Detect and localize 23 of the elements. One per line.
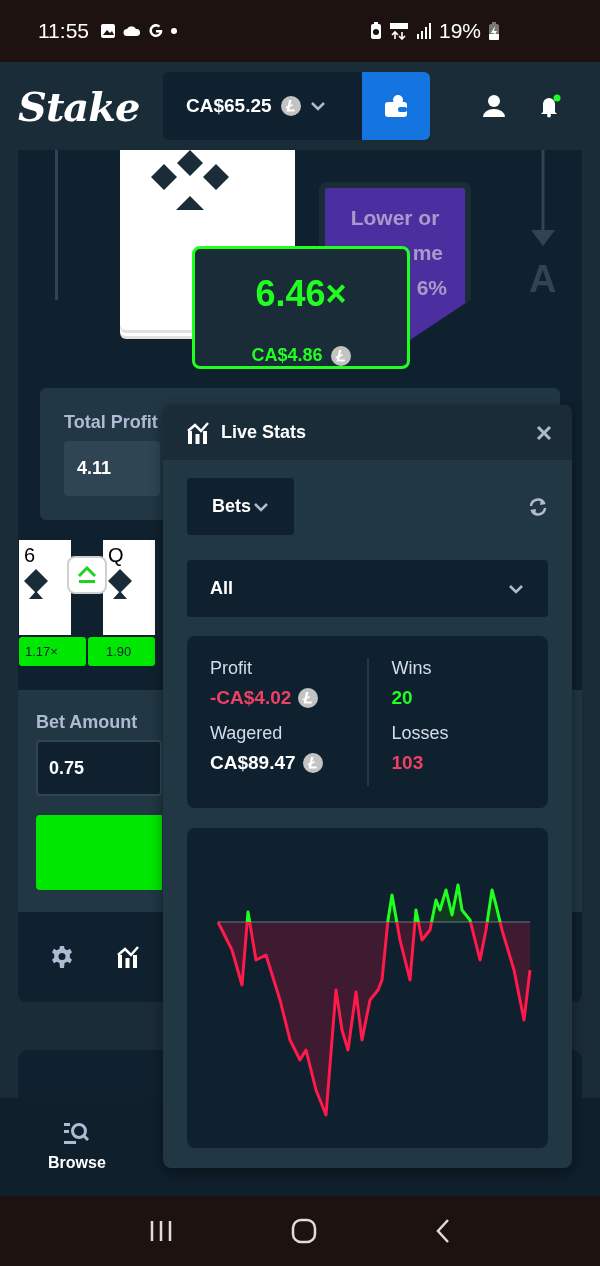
stat-value: 20	[391, 687, 413, 709]
clock: 11:55	[38, 19, 89, 43]
multiplier-tag: 1.90	[88, 637, 155, 666]
multiplier-tag: 1.17×	[19, 637, 86, 666]
stat-label: Profit	[210, 658, 253, 679]
stat-value: CA$89.47	[210, 752, 296, 774]
profit-field: 4.11	[64, 441, 160, 496]
multiplier: 6.46×	[255, 273, 347, 315]
badge-text: 6%	[416, 276, 447, 300]
playing-card: 6	[19, 540, 71, 635]
badge-text: Lower or	[350, 206, 440, 230]
stat-label: Wins	[391, 658, 433, 679]
stat-value: 103	[391, 752, 424, 774]
stat-label: Losses	[391, 723, 450, 744]
battery-level: 19%	[438, 19, 481, 43]
field-label: Total Profit	[64, 412, 158, 433]
panel-title: Live Stats	[221, 422, 307, 443]
badge-text: me	[412, 241, 443, 265]
stat-value: -CA$4.02	[210, 687, 292, 709]
playing-card: Q	[103, 540, 155, 635]
field-label: Bet Amount	[36, 712, 138, 733]
payout-amount: CA$4.86	[251, 345, 323, 366]
stat-label: Wagered	[210, 723, 284, 744]
